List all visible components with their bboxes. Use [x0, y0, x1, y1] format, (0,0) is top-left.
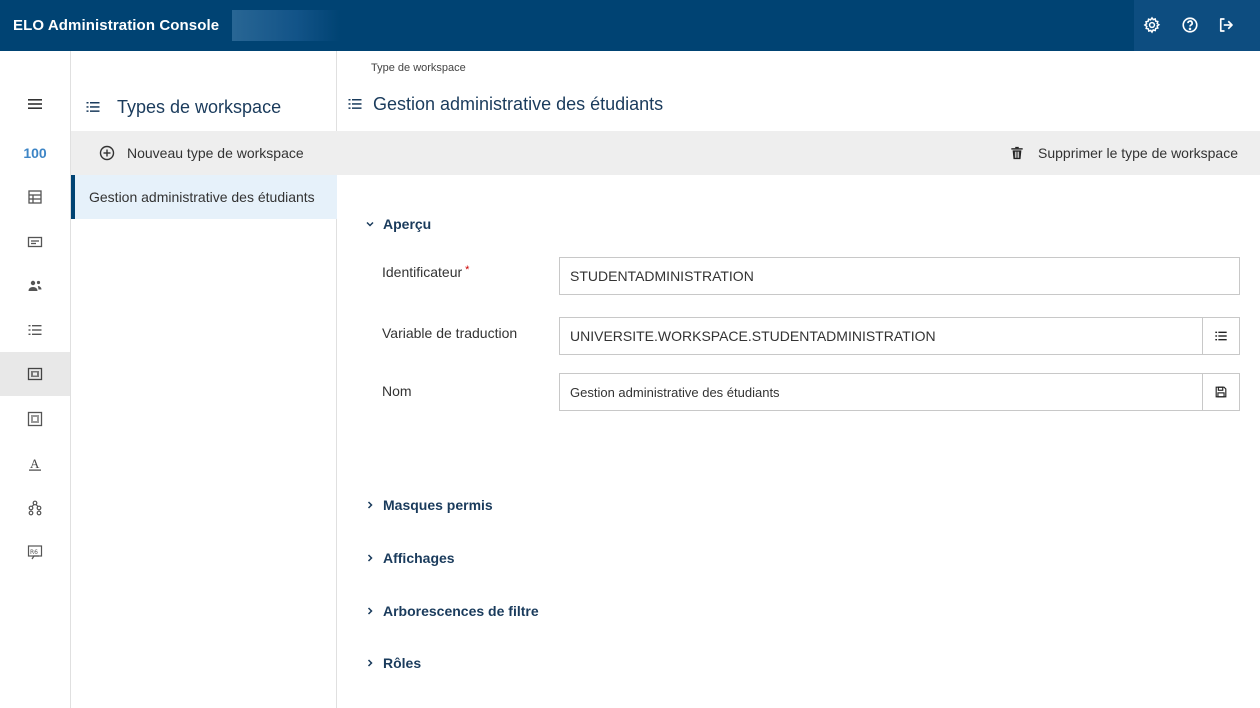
section-roles-label: Rôles	[383, 655, 422, 671]
chevron-down-icon	[366, 221, 374, 227]
chevron-right-icon	[367, 659, 373, 667]
blurred-region	[232, 10, 340, 41]
list-item-label: Gestion administrative des étudiants	[89, 189, 315, 205]
nav-rail: 100 A R6	[0, 51, 71, 708]
chevron-right-icon	[367, 554, 373, 562]
section-overview-label: Aperçu	[383, 216, 432, 232]
card-icon[interactable]	[0, 220, 70, 264]
delete-button-label: Supprimer le type de workspace	[1038, 145, 1238, 161]
identifier-label: Identificateur *	[382, 264, 469, 280]
app-title: ELO Administration Console	[13, 17, 220, 34]
section-filter-trees[interactable]: Arborescences de filtre	[365, 603, 539, 619]
logout-icon[interactable]	[1216, 15, 1236, 35]
rail-badge[interactable]: 100	[0, 131, 70, 175]
list-panel: Types de workspace Nouveau type de works…	[71, 51, 337, 708]
new-button-label: Nouveau type de workspace	[127, 145, 304, 161]
list-icon	[86, 102, 100, 112]
svg-text:R6: R6	[30, 549, 38, 556]
save-translation-button[interactable]	[1202, 374, 1239, 410]
translation-list-button[interactable]	[1202, 318, 1239, 354]
identifier-input[interactable]	[560, 258, 1239, 294]
list-item[interactable]: Gestion administrative des étudiants	[71, 175, 337, 219]
list-icon[interactable]	[0, 308, 70, 352]
identifier-field[interactable]	[559, 257, 1240, 295]
chevron-right-icon	[367, 501, 373, 509]
main-panel: Type de workspace Gestion administrative…	[337, 51, 1260, 708]
delete-workspace-type-button[interactable]: Supprimer le type de workspace	[1010, 131, 1238, 175]
svg-text:A: A	[30, 456, 40, 471]
page-title-row: Gestion administrative des étudiants	[347, 87, 663, 121]
section-views[interactable]: Affichages	[365, 550, 455, 566]
network-icon[interactable]	[0, 486, 70, 530]
table-icon[interactable]	[0, 175, 70, 219]
badge-count: 100	[23, 145, 47, 161]
section-roles[interactable]: Rôles	[365, 655, 421, 671]
section-allowed-masks-label: Masques permis	[383, 497, 493, 513]
list-title: Types de workspace	[117, 96, 282, 117]
save-icon	[1215, 386, 1227, 398]
plus-circle-icon	[99, 145, 115, 161]
chevron-right-icon	[367, 607, 373, 615]
users-icon[interactable]	[0, 264, 70, 308]
workspace-icon[interactable]	[0, 352, 70, 396]
section-allowed-masks[interactable]: Masques permis	[365, 497, 493, 513]
new-workspace-type-button[interactable]: Nouveau type de workspace	[71, 131, 337, 175]
translation-variable-field[interactable]	[559, 317, 1240, 355]
required-mark: *	[465, 264, 470, 276]
help-icon[interactable]	[1180, 15, 1200, 35]
breadcrumb: Type de workspace	[371, 62, 466, 74]
form-icon[interactable]	[0, 397, 70, 441]
menu-icon[interactable]	[0, 82, 70, 126]
gear-icon[interactable]	[1142, 15, 1162, 35]
name-field[interactable]	[559, 373, 1240, 411]
toolbar: Supprimer le type de workspace	[337, 131, 1260, 175]
list-icon	[1215, 331, 1227, 341]
translate-icon[interactable]: R6	[0, 530, 70, 574]
top-bar: ELO Administration Console	[0, 0, 1260, 51]
list-header: Types de workspace	[71, 87, 337, 127]
list-icon	[348, 99, 362, 109]
translation-variable-input[interactable]	[560, 318, 1202, 354]
trash-icon	[1011, 146, 1023, 160]
translation-variable-label: Variable de traduction	[382, 325, 518, 341]
identifier-label-text: Identificateur	[382, 264, 463, 280]
font-icon[interactable]: A	[0, 442, 70, 486]
section-filter-trees-label: Arborescences de filtre	[383, 603, 539, 619]
page-title: Gestion administrative des étudiants	[373, 93, 664, 114]
name-label: Nom	[382, 383, 412, 399]
name-input[interactable]	[560, 374, 1202, 410]
section-views-label: Affichages	[383, 550, 455, 566]
section-overview[interactable]: Aperçu	[365, 216, 431, 232]
